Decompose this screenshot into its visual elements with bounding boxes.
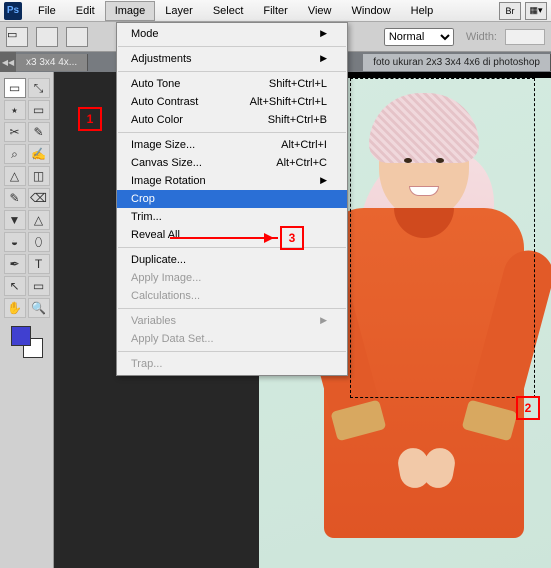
menu-item-apply-data-set: Apply Data Set... — [117, 330, 347, 348]
heal-tool[interactable]: ✍ — [28, 144, 50, 164]
menu-window[interactable]: Window — [342, 1, 401, 21]
path-tool[interactable]: T — [28, 254, 50, 274]
slice-tool[interactable]: ✎ — [28, 122, 50, 142]
marquee-tool[interactable]: ▭ — [4, 78, 26, 98]
menu-item-crop[interactable]: Crop — [117, 190, 347, 208]
zoom-tool[interactable]: 🔍 — [28, 298, 50, 318]
pen-tool[interactable]: ⬯ — [28, 232, 50, 252]
menu-item-mode[interactable]: Mode▶ — [117, 25, 347, 43]
stamp-tool[interactable]: ◫ — [28, 166, 50, 186]
marquee-icon[interactable]: ▭ — [6, 27, 28, 47]
menu-item-image-rotation[interactable]: Image Rotation▶ — [117, 172, 347, 190]
menu-help[interactable]: Help — [401, 1, 444, 21]
move-tool[interactable]: ⤡ — [28, 78, 50, 98]
annotation-arrow — [170, 237, 278, 239]
menu-item-canvas-size[interactable]: Canvas Size...Alt+Ctrl+C — [117, 154, 347, 172]
menu-item-reveal-all[interactable]: Reveal All — [117, 226, 347, 244]
eyedropper-tool[interactable]: ⌕ — [4, 144, 26, 164]
width-label: Width: — [466, 31, 497, 43]
width-input[interactable] — [505, 29, 545, 45]
bridge-button[interactable]: Br — [499, 2, 521, 20]
panel-collapse-handle[interactable]: ◀◀ — [0, 52, 16, 72]
history-brush-tool[interactable]: ✎ — [4, 188, 26, 208]
menu-item-adjustments[interactable]: Adjustments▶ — [117, 50, 347, 68]
menu-item-trap: Trap... — [117, 355, 347, 373]
menu-item-image-size[interactable]: Image Size...Alt+Ctrl+I — [117, 136, 347, 154]
lasso-tool[interactable]: ⭑ — [4, 100, 26, 120]
menu-file[interactable]: File — [28, 1, 66, 21]
option-box[interactable] — [66, 27, 88, 47]
menu-image[interactable]: Image — [105, 1, 156, 21]
blur-tool[interactable]: △ — [28, 210, 50, 230]
menu-item-duplicate[interactable]: Duplicate... — [117, 251, 347, 269]
menu-select[interactable]: Select — [203, 1, 254, 21]
wand-tool[interactable]: ▭ — [28, 100, 50, 120]
annotation-3: 3 — [280, 226, 304, 250]
app-logo: Ps — [4, 2, 22, 20]
hand-tool[interactable]: ✋ — [4, 298, 26, 318]
shape-tool[interactable]: ↖ — [4, 276, 26, 296]
menubar: Ps File Edit Image Layer Select Filter V… — [0, 0, 551, 22]
annotation-2: 2 — [516, 396, 540, 420]
menu-filter[interactable]: Filter — [253, 1, 297, 21]
menu-item-trim[interactable]: Trim... — [117, 208, 347, 226]
type-tool[interactable]: ✒ — [4, 254, 26, 274]
document-tab[interactable]: x3 3x4 4x... — [16, 54, 88, 71]
annotation-1: 1 — [78, 107, 102, 131]
fg-color[interactable] — [11, 326, 31, 346]
arrange-button[interactable]: ▦▾ — [525, 2, 547, 20]
image-menu-dropdown: Mode▶ Adjustments▶ Auto ToneShift+Ctrl+L… — [116, 22, 348, 376]
menu-layer[interactable]: Layer — [155, 1, 203, 21]
selection-marquee[interactable] — [350, 78, 535, 398]
color-swatch[interactable] — [11, 326, 43, 358]
option-box[interactable] — [36, 27, 58, 47]
menu-item-apply-image: Apply Image... — [117, 269, 347, 287]
crop-tool[interactable]: ✂ — [4, 122, 26, 142]
dodge-tool[interactable]: ◒ — [4, 232, 26, 252]
menu-view[interactable]: View — [298, 1, 342, 21]
menu-item-auto-tone[interactable]: Auto ToneShift+Ctrl+L — [117, 75, 347, 93]
eraser-tool[interactable]: ⌫ — [28, 188, 50, 208]
notes-tool[interactable]: ▭ — [28, 276, 50, 296]
tools-panel: ▭⤡ ⭑▭ ✂✎ ⌕✍ △◫ ✎⌫ ▼△ ◒⬯ ✒T ↖▭ ✋🔍 — [0, 72, 54, 568]
menu-item-auto-contrast[interactable]: Auto ContrastAlt+Shift+Ctrl+L — [117, 93, 347, 111]
menu-item-variables: Variables▶ — [117, 312, 347, 330]
gradient-tool[interactable]: ▼ — [4, 210, 26, 230]
blend-mode-select[interactable]: Normal — [384, 28, 454, 46]
menu-edit[interactable]: Edit — [66, 1, 105, 21]
menu-item-auto-color[interactable]: Auto ColorShift+Ctrl+B — [117, 111, 347, 129]
menu-item-calculations: Calculations... — [117, 287, 347, 305]
document-tab-active[interactable]: foto ukuran 2x3 3x4 4x6 di photoshop — [363, 54, 551, 71]
brush-tool[interactable]: △ — [4, 166, 26, 186]
